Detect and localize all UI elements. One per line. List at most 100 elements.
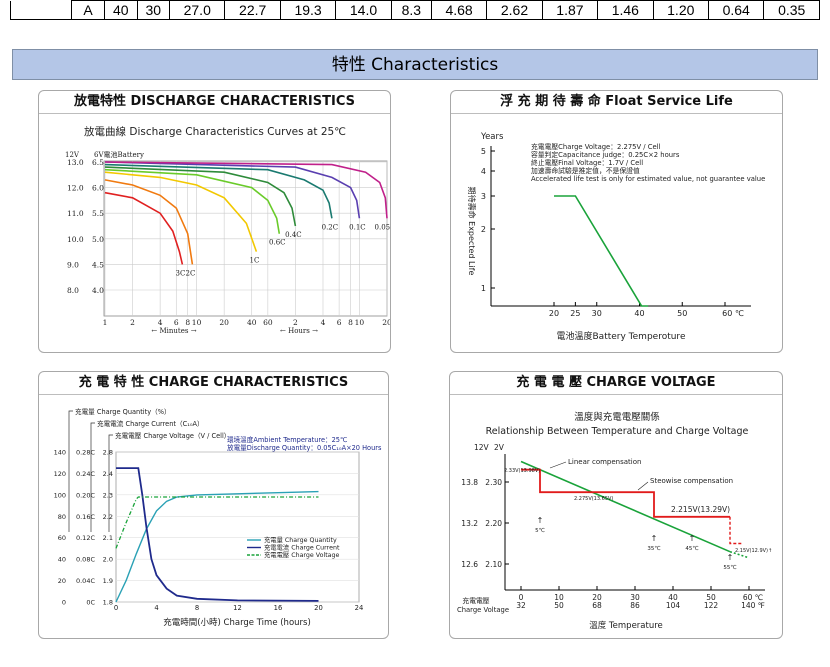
charge-y-tick-voltage: 1.8	[103, 599, 113, 607]
voltage-stepwise-pointer	[637, 481, 649, 491]
discharge-y-tick-12v: 9.0	[67, 260, 79, 269]
voltage-x-tick-f: 140 ℉	[741, 601, 765, 610]
charge-y-tick-quantity: 100	[54, 491, 66, 499]
charge-y-tick-voltage: 2.4	[103, 470, 113, 478]
float-life-line	[554, 195, 649, 307]
voltage-temp-arrow: ↑	[727, 553, 734, 562]
charge-y-tick-current: 0.20C	[76, 491, 95, 499]
discharge-y-tick-6v: 4.0	[92, 286, 104, 295]
voltage-temp-mark: 35℃	[647, 545, 660, 552]
charge-y-tick-quantity: 80	[58, 513, 66, 521]
discharge-series-label: 2C	[185, 269, 195, 277]
voltage-step-line-dotted	[729, 516, 742, 545]
charge-y-tick-quantity: 140	[54, 449, 66, 457]
spec-table-cell: 0.35	[763, 0, 820, 20]
charge-y-tick-voltage: 2.1	[103, 534, 113, 542]
charge-y-tick-quantity: 120	[54, 470, 66, 478]
discharge-chart: 放電曲線 Discharge Characteristics Curves at…	[65, 125, 391, 335]
spec-table-cell: 4.68	[430, 0, 488, 20]
charge-condition-text: 環境溫度Ambient Temperature：25℃	[227, 435, 347, 444]
charge-y-tick-current: 0.28C	[76, 449, 95, 457]
spec-table-row-label: A	[71, 0, 105, 20]
charge-y-tick-quantity: 40	[58, 556, 66, 564]
section-title: 特性 Characteristics	[12, 49, 818, 80]
voltage-y-label-2v: 2V	[494, 443, 505, 452]
discharge-x-tick: 20	[382, 318, 391, 327]
discharge-x-tick: 20	[219, 318, 229, 327]
charge-y-tick-current: 0.24C	[76, 470, 95, 478]
discharge-y-tick-6v: 6.0	[92, 184, 104, 193]
discharge-x-tick: 1	[103, 318, 108, 327]
voltage-chart-title: 溫度與充電電壓關係	[574, 411, 660, 423]
discharge-x-tick: 8	[348, 318, 353, 327]
charge-y-tick-current: 0.04C	[76, 577, 95, 585]
spec-table-cell: 14.0	[335, 0, 392, 20]
voltage-panel-title: 充 電 電 壓 CHARGE VOLTAGE	[450, 372, 782, 395]
charge-axis-name: 充電量 Charge Quantity（%）	[75, 407, 171, 416]
discharge-panel: 放電曲線 Discharge Characteristics Curves at…	[38, 90, 391, 353]
discharge-series-label: 0.05C	[375, 223, 391, 231]
voltage-x-label: 溫度 Temperature	[589, 620, 663, 631]
spec-table-cell: 8.3	[390, 0, 432, 20]
voltage-chart-subtitle: Relationship Between Temperature and Cha…	[486, 426, 749, 437]
voltage-step-label: 2.275V(13.65V)	[574, 496, 613, 502]
float-y-label: 期待壽命 Expected Life	[467, 187, 477, 276]
spec-table-row: A 40 30 27.0 22.7 19.3 14.0 8.3 4.68 2.62 1.87 1.4…	[10, 0, 820, 20]
voltage-y-label-12v: 12V	[474, 443, 490, 452]
discharge-series-label: 3C	[175, 269, 185, 277]
voltage-temp-mark: 45℃	[685, 545, 698, 552]
discharge-x-tick: 4	[158, 318, 163, 327]
charge-condition-text: 放電量Discharge Quantity：0.05C₁₀A×20 Hours	[227, 443, 382, 452]
discharge-x-tick: 2	[293, 318, 298, 327]
charge-axis-name: 充電電流 Charge Current（C₁₀A）	[97, 419, 204, 428]
voltage-y-tick-12v: 13.8	[461, 478, 478, 487]
charge-x-tick: 20	[314, 604, 323, 612]
charge-legend-label: 充電量 Charge Quantity	[264, 535, 337, 544]
discharge-x-tick: 6	[174, 318, 179, 327]
charge-plot-frame	[115, 451, 360, 603]
discharge-y-tick-6v: 5.5	[92, 209, 104, 218]
discharge-x-label-minutes: ← Minutes →	[151, 327, 196, 335]
discharge-y-tick-6v: 5.0	[92, 235, 104, 244]
charge-y-tick-voltage: 2.8	[103, 449, 113, 457]
voltage-stepwise-label: Steowise compensation	[650, 477, 733, 485]
voltage-temp-mark: 55℃	[723, 564, 736, 571]
voltage-y-tick-12v: 12.6	[461, 560, 478, 569]
voltage-x-tick-f: 32	[516, 601, 526, 610]
voltage-x-tick-f: 68	[592, 601, 602, 610]
charge-y-tick-current: 0.16C	[76, 513, 95, 521]
charge-x-tick: 8	[195, 604, 199, 612]
float-y-tick: 4	[481, 167, 486, 176]
discharge-x-tick: 8	[185, 318, 190, 327]
charge-x-tick: 12	[233, 604, 242, 612]
discharge-y-tick-12v: 8.0	[67, 286, 79, 295]
discharge-y-tick-12v: 13.0	[67, 158, 84, 167]
float-note: 容量判定Capacitance judge：0.25C×2 hours	[531, 150, 680, 159]
charge-y-tick-quantity: 60	[58, 534, 66, 542]
charge-current-line	[116, 467, 319, 602]
discharge-x-tick: 2	[130, 318, 135, 327]
charge-y-tick-voltage: 1.9	[103, 577, 113, 585]
discharge-series-label: 1C	[249, 257, 259, 265]
float-x-tick: 50	[677, 309, 687, 318]
spec-table-cell: 22.7	[224, 0, 281, 20]
charge-x-tick: 4	[154, 604, 158, 612]
float-x-tick: 40	[634, 309, 644, 318]
discharge-chart-title: 放電曲線 Discharge Characteristics Curves at…	[84, 125, 346, 138]
charge-x-tick: 24	[355, 604, 364, 612]
voltage-temp-arrow: ↑	[651, 534, 658, 543]
float-y-tick: 2	[481, 225, 486, 234]
float-note: Accelerated life test is only for estima…	[531, 175, 765, 183]
discharge-series-label: 0.4C	[285, 231, 302, 239]
discharge-y-tick-12v: 12.0	[67, 184, 84, 193]
voltage-temp-mark: 5℃	[535, 527, 545, 534]
float-chart: Years 期待壽命 Expected Life 5 4 3 2 1 20 25 30 40 50 60…	[467, 132, 765, 342]
charge-x-tick: 16	[274, 604, 283, 612]
float-panel: Years 期待壽命 Expected Life 5 4 3 2 1 20 25 30 40 50 60…	[450, 90, 783, 353]
voltage-step-label: 2.15V(12.9V)↑	[735, 548, 772, 554]
charge-axis-bracket	[68, 410, 73, 532]
spec-table-cell: 1.20	[652, 0, 709, 20]
voltage-temp-arrow: ↑	[689, 534, 696, 543]
spec-table-cell: 1.46	[597, 0, 654, 20]
float-x-label: 電池溫度Battery Temperoture	[557, 330, 686, 342]
